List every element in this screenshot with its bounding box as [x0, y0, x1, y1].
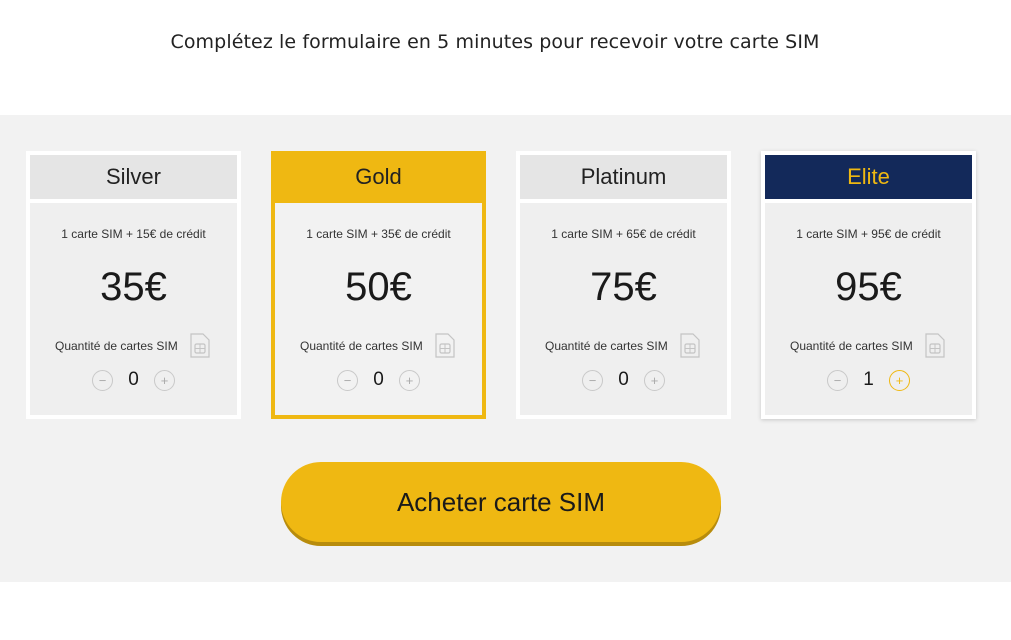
plan-price: 95€: [835, 265, 902, 309]
plans-section: Silver 1 carte SIM + 15€ de crédit 35€ Q…: [0, 115, 1011, 582]
quantity-stepper: − 0 +: [30, 369, 237, 391]
plan-card-elite[interactable]: Elite 1 carte SIM + 95€ de crédit 95€ Qu…: [761, 151, 976, 419]
decrease-button[interactable]: −: [337, 369, 358, 391]
plan-body: 1 carte SIM + 35€ de crédit 50€ Quantité…: [275, 203, 482, 415]
plan-description: 1 carte SIM + 65€ de crédit: [551, 227, 696, 241]
plan-price: 75€: [590, 265, 657, 309]
quantity-value: 1: [863, 369, 874, 390]
plan-name: Silver: [30, 155, 237, 199]
quantity-label: Quantité de cartes SIM: [55, 339, 178, 353]
plan-body: 1 carte SIM + 65€ de crédit 75€ Quantité…: [520, 203, 727, 415]
plan-body: 1 carte SIM + 15€ de crédit 35€ Quantité…: [30, 203, 237, 415]
buy-sim-button[interactable]: Acheter carte SIM: [281, 462, 721, 542]
decrease-button[interactable]: −: [582, 369, 603, 391]
plan-card-platinum[interactable]: Platinum 1 carte SIM + 65€ de crédit 75€…: [516, 151, 731, 419]
quantity-value: 0: [618, 369, 629, 390]
plan-price: 50€: [345, 265, 412, 309]
quantity-value: 0: [373, 369, 384, 390]
plan-description: 1 carte SIM + 95€ de crédit: [796, 227, 941, 241]
plan-body: 1 carte SIM + 95€ de crédit 95€ Quantité…: [765, 203, 972, 415]
decrease-button[interactable]: −: [92, 369, 113, 391]
decrease-button[interactable]: −: [827, 369, 848, 391]
plan-name: Elite: [765, 155, 972, 199]
quantity-value: 0: [128, 369, 139, 390]
quantity-stepper: − 0 +: [275, 369, 482, 391]
quantity-label: Quantité de cartes SIM: [790, 339, 913, 353]
increase-button[interactable]: +: [644, 369, 665, 391]
quantity-stepper: − 1 +: [765, 369, 972, 391]
sim-card-icon: [435, 333, 455, 358]
sim-card-icon: [190, 333, 210, 358]
quantity-label: Quantité de cartes SIM: [300, 339, 423, 353]
increase-button[interactable]: +: [399, 369, 420, 391]
plan-description: 1 carte SIM + 15€ de crédit: [61, 227, 206, 241]
increase-button[interactable]: +: [889, 369, 910, 391]
plan-card-silver[interactable]: Silver 1 carte SIM + 15€ de crédit 35€ Q…: [26, 151, 241, 419]
page-title: Complétez le formulaire en 5 minutes pou…: [170, 31, 820, 53]
sim-card-icon: [680, 333, 700, 358]
plan-description: 1 carte SIM + 35€ de crédit: [306, 227, 451, 241]
increase-button[interactable]: +: [154, 369, 175, 391]
sim-card-icon: [925, 333, 945, 358]
plan-name: Gold: [275, 155, 482, 199]
plan-name: Platinum: [520, 155, 727, 199]
quantity-stepper: − 0 +: [520, 369, 727, 391]
plan-card-gold[interactable]: Gold 1 carte SIM + 35€ de crédit 50€ Qua…: [271, 151, 486, 419]
plan-price: 35€: [100, 265, 167, 309]
quantity-label: Quantité de cartes SIM: [545, 339, 668, 353]
